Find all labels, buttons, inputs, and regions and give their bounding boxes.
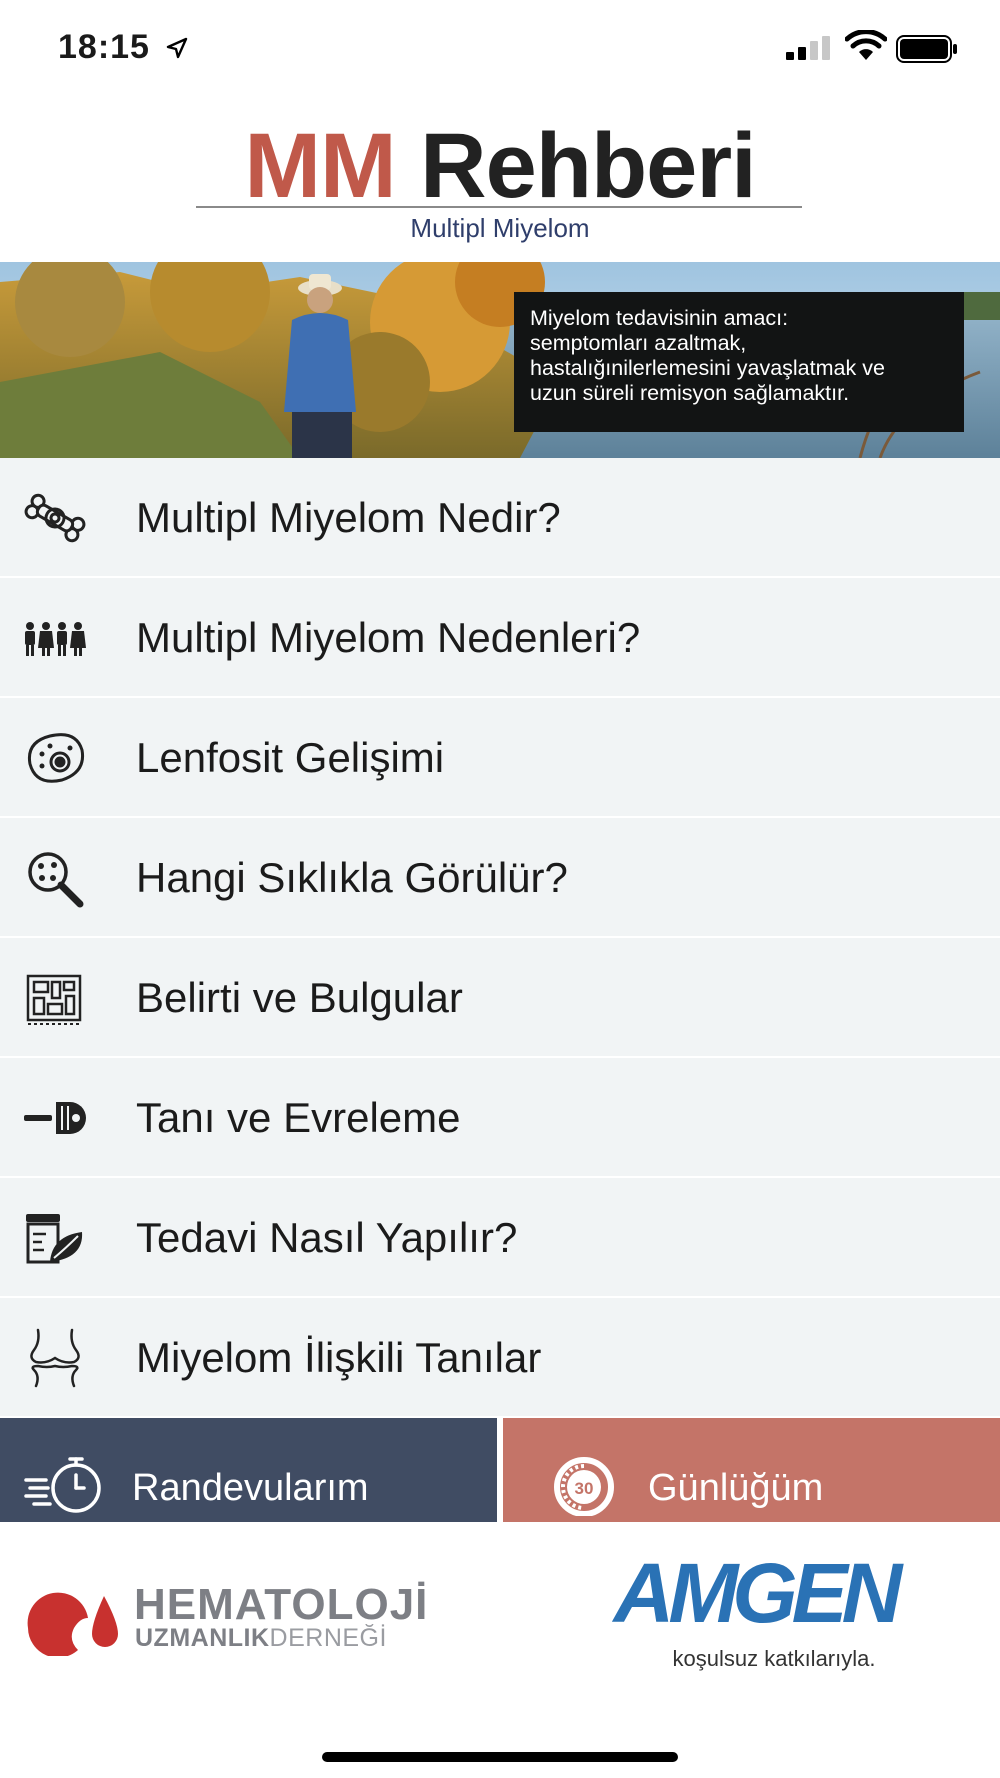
uzmanlik-text: UZMANLIK <box>135 1624 270 1652</box>
magnifier-icon <box>28 852 84 908</box>
diary-label: Günlüğüm <box>648 1467 824 1509</box>
app-logo-title: MM Rehberi <box>0 118 1000 214</box>
menu-item-label: Miyelom İlişkili Tanılar <box>136 1334 542 1381</box>
app-subtitle: Multipl Miyelom <box>410 213 590 243</box>
stopwatch-icon <box>24 1457 101 1513</box>
hematoloji-derneği-logo: HEMATOLOJİ UZMANLIKDERNEĞİ <box>22 1580 442 1660</box>
banner-caption: Miyelom tedavisinin amacı: semptomları a… <box>514 292 964 432</box>
menu-item-label: Multipl Miyelom Nedir? <box>136 494 561 541</box>
scanner-icon <box>24 1102 86 1134</box>
menu-item-label: Lenfosit Gelişimi <box>136 734 445 781</box>
battery-icon <box>896 35 957 63</box>
calendar-30-icon: 30 <box>554 1457 614 1516</box>
menu-item-multipl-miyelom-nedenleri[interactable]: Multipl Miyelom Nedenleri? <box>0 578 1000 698</box>
dernegi-text: DERNEĞİ <box>269 1624 387 1652</box>
app-header: MM Rehberi Multipl Miyelom <box>0 100 1000 262</box>
main-menu: Multipl Miyelom Nedir? Multipl Miyelom N… <box>0 458 1000 1418</box>
wifi-icon <box>845 30 887 60</box>
menu-item-label: Tedavi Nasıl Yapılır? <box>136 1214 518 1261</box>
menu-item-label: Multipl Miyelom Nedenleri? <box>136 614 641 661</box>
menu-item-label: Hangi Sıklıkla Görülür? <box>136 854 568 901</box>
status-bar: 18:15 <box>0 0 1000 100</box>
menu-item-miyelom-iliskili-tanilar[interactable]: Miyelom İlişkili Tanılar <box>0 1298 1000 1418</box>
uzmanlik-dernegi-text: UZMANLIKDERNEĞİ <box>135 1624 387 1652</box>
logo-title-rehberi: Rehberi <box>420 115 757 217</box>
menu-item-hangi-siklikla-gorulur[interactable]: Hangi Sıklıkla Görülür? <box>0 818 1000 938</box>
logo-title-mm: MM <box>244 115 396 217</box>
logo-divider <box>196 206 802 208</box>
menu-item-multipl-miyelom-nedir[interactable]: Multipl Miyelom Nedir? <box>0 458 1000 578</box>
signal-icon <box>786 36 830 60</box>
home-indicator[interactable] <box>322 1752 678 1762</box>
bone-icon <box>24 493 86 543</box>
blood-drop-logo-icon <box>27 1592 118 1656</box>
location-arrow-icon <box>166 37 188 59</box>
diary-button[interactable]: 30 Günlüğüm <box>503 1418 1000 1522</box>
menu-item-tani-ve-evreleme[interactable]: Tanı ve Evreleme <box>0 1058 1000 1178</box>
cell-icon <box>27 733 85 783</box>
knee-joint-icon <box>30 1328 80 1388</box>
appointments-label: Randevularım <box>132 1467 369 1509</box>
menu-item-label: Tanı ve Evreleme <box>136 1094 461 1141</box>
chart-board-icon <box>26 974 82 1025</box>
menu-item-label: Belirti ve Bulgular <box>136 974 463 1021</box>
menu-item-belirti-ve-bulgular[interactable]: Belirti ve Bulgular <box>0 938 1000 1058</box>
medicine-leaf-icon <box>26 1214 83 1264</box>
appointments-button[interactable]: Randevularım <box>0 1418 497 1522</box>
hero-banner: Miyelom tedavisinin amacı: semptomları a… <box>0 262 1000 458</box>
menu-item-tedavi-nasil-yapilir[interactable]: Tedavi Nasıl Yapılır? <box>0 1178 1000 1298</box>
people-icon <box>25 622 86 656</box>
amgen-tagline: koşulsuz katkılarıyla. <box>672 1646 876 1671</box>
status-time: 18:15 <box>58 28 150 66</box>
menu-item-lenfosit-gelisimi[interactable]: Lenfosit Gelişimi <box>0 698 1000 818</box>
amgen-logo: AMGEN <box>612 1548 911 1634</box>
calendar-icon-number: 30 <box>575 1479 594 1498</box>
amgen-wordmark: AMGEN <box>612 1548 905 1634</box>
hematoloji-text: HEMATOLOJİ <box>134 1580 429 1629</box>
